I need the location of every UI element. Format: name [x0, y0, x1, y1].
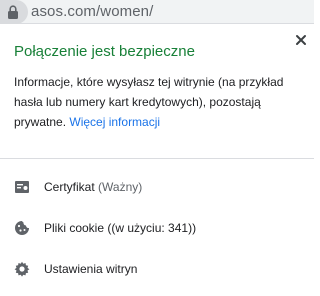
cookies-row[interactable]: Pliki cookie ((w użyciu: 341))	[0, 208, 314, 248]
site-settings-label: Ustawienia witryn	[44, 262, 138, 276]
learn-more-link[interactable]: Więcej informacji	[69, 115, 160, 129]
site-info-button[interactable]	[0, 0, 28, 24]
address-bar[interactable]: asos.com/women/	[0, 0, 314, 24]
connection-description: Informacje, które wysyłasz tej witrynie …	[14, 72, 300, 132]
url-text[interactable]: asos.com/women/	[31, 3, 153, 20]
lock-icon	[8, 5, 18, 19]
close-button[interactable]	[292, 31, 310, 49]
certificate-row[interactable]: Certyfikat (Ważny)	[0, 167, 314, 207]
cookie-icon	[15, 221, 29, 235]
certificate-label: Certyfikat	[44, 180, 95, 194]
gear-icon	[14, 261, 30, 277]
cookies-label: Pliki cookie	[44, 221, 105, 235]
certificate-status: (Ważny)	[98, 180, 143, 194]
site-settings-row[interactable]: Ustawienia witryn	[0, 249, 314, 289]
divider	[0, 158, 314, 159]
connection-secure-title: Połączenie jest bezpieczne	[14, 43, 195, 60]
certificate-icon	[15, 181, 29, 193]
site-info-popup: Połączenie jest bezpieczne Informacje, k…	[0, 25, 314, 296]
close-icon	[296, 35, 306, 45]
cookies-count: ((w użyciu: 341))	[107, 221, 197, 235]
